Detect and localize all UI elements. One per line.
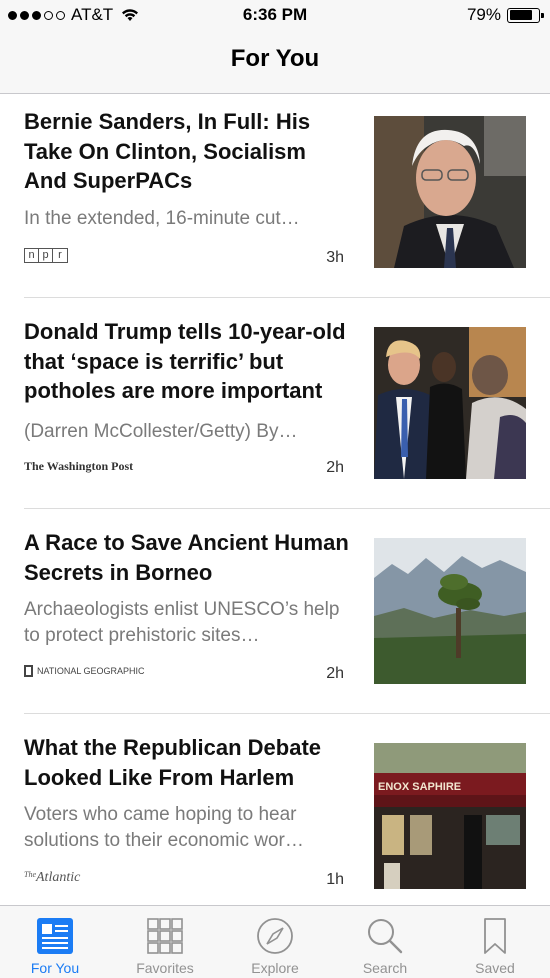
- article-headline[interactable]: A Race to Save Ancient Human Secrets in …: [24, 528, 354, 587]
- article-age: 2h: [326, 665, 344, 682]
- article-headline[interactable]: Bernie Sanders, In Full: His Take On Cli…: [24, 107, 354, 196]
- news-icon: [37, 918, 73, 954]
- compass-icon: [257, 918, 293, 954]
- tab-label: For You: [30, 960, 80, 976]
- article-summary: Archaeologists enlist UNESCO’s help to p…: [24, 599, 340, 646]
- status-bar: AT&T 6:36 PM 79%: [0, 0, 550, 30]
- battery-icon: [507, 7, 544, 23]
- article-card[interactable]: A Race to Save Ancient Human Secrets in …: [0, 509, 550, 713]
- npr-letter: n: [25, 248, 39, 262]
- tab-explore[interactable]: Explore: [220, 906, 330, 978]
- tab-for-you[interactable]: For You: [0, 906, 110, 978]
- npr-letter: r: [58, 248, 62, 261]
- article-summary: (Darren McCollester/Getty) By…: [24, 421, 298, 442]
- tab-search[interactable]: Search: [330, 906, 440, 978]
- tab-bar: For You Favorites Explore Search Saved: [0, 905, 550, 978]
- natgeo-border-icon: [24, 665, 33, 677]
- search-icon: [368, 919, 403, 954]
- article-summary: Voters who came hoping to hear solutions…: [24, 804, 304, 851]
- storefront-sign: ENOX SAPHIRE: [378, 781, 461, 793]
- article-thumbnail[interactable]: [374, 538, 526, 684]
- source-prefix: The: [24, 870, 36, 879]
- source-name: Atlantic: [36, 870, 81, 885]
- source-logo-national-geographic: NATIONAL GEOGRAPHIC: [24, 663, 145, 679]
- source-logo-the-atlantic: TheAtlantic: [24, 870, 80, 886]
- article-card[interactable]: What the Republican Debate Looked Like F…: [0, 714, 550, 905]
- grid-icon: [147, 918, 183, 954]
- source-logo-npr: n p r: [24, 247, 68, 263]
- npr-letter: p: [39, 248, 53, 262]
- article-thumbnail[interactable]: ENOX SAPHIRE: [374, 743, 526, 889]
- article-age: 1h: [326, 871, 344, 888]
- tab-favorites[interactable]: Favorites: [110, 906, 220, 978]
- tab-label: Favorites: [136, 960, 194, 976]
- article-summary: In the extended, 16-minute cut…: [24, 208, 300, 229]
- tab-label: Search: [362, 960, 408, 976]
- battery-status: 79%: [466, 5, 544, 25]
- article-headline[interactable]: Donald Trump tells 10-year-old that ‘spa…: [24, 317, 354, 406]
- article-age: 2h: [326, 459, 344, 476]
- page-title: For You: [230, 45, 320, 72]
- bookmark-icon: [484, 918, 506, 954]
- article-feed[interactable]: Bernie Sanders, In Full: His Take On Cli…: [0, 95, 550, 905]
- source-name: The Washington Post: [24, 458, 134, 473]
- tab-saved[interactable]: Saved: [440, 906, 550, 978]
- navigation-bar: For You: [0, 30, 550, 94]
- article-headline[interactable]: What the Republican Debate Looked Like F…: [24, 733, 354, 792]
- tab-label: Saved: [475, 960, 515, 976]
- source-logo-washington-post: The Washington Post: [24, 458, 133, 474]
- battery-percent: 79%: [466, 5, 501, 24]
- tab-label: Explore: [251, 960, 299, 976]
- article-card[interactable]: Donald Trump tells 10-year-old that ‘spa…: [0, 298, 550, 508]
- article-card[interactable]: Bernie Sanders, In Full: His Take On Cli…: [0, 95, 550, 297]
- source-name: NATIONAL GEOGRAPHIC: [37, 666, 145, 676]
- article-thumbnail[interactable]: [374, 116, 526, 268]
- article-age: 3h: [326, 249, 344, 266]
- article-thumbnail[interactable]: [374, 327, 526, 479]
